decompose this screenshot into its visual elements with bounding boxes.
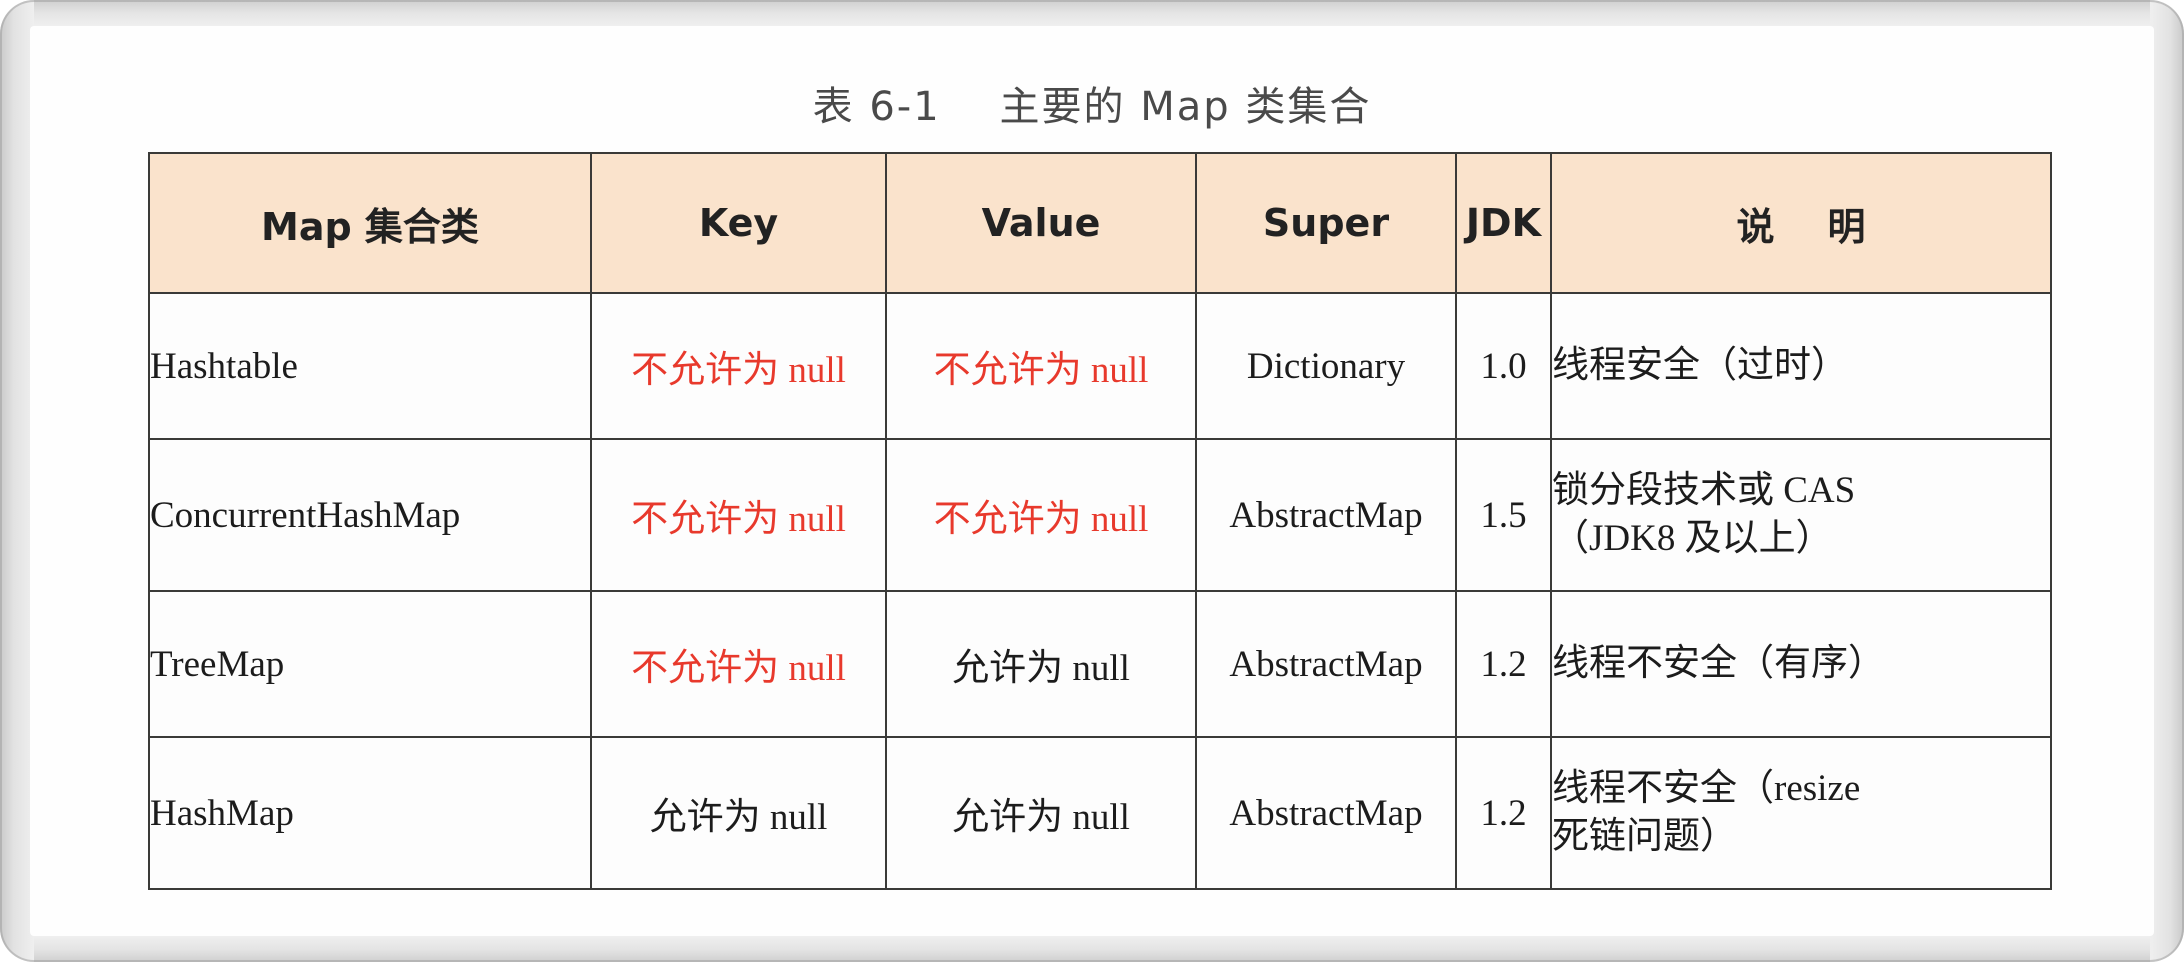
table-row: Hashtable 不允许为 null 不允许为 null Dictionary… xyxy=(148,292,2052,440)
cell-value: 允许为 null xyxy=(885,736,1197,890)
cell-super: Dictionary xyxy=(1195,292,1457,440)
cell-jdk: 1.0 xyxy=(1455,292,1552,440)
map-collections-table: Map 集合类 Key Value Super JDK 说 明 Hashtabl… xyxy=(148,152,2052,890)
table-header-row: Map 集合类 Key Value Super JDK 说 明 xyxy=(148,152,2052,294)
cell-key: 不允许为 null xyxy=(590,590,887,738)
cell-key: 不允许为 null xyxy=(590,438,887,592)
table-row: ConcurrentHashMap 不允许为 null 不允许为 null Ab… xyxy=(148,438,2052,592)
cell-description: 锁分段技术或 CAS （JDK8 及以上） xyxy=(1550,438,2052,592)
cell-map-class: HashMap xyxy=(148,736,592,890)
cell-description: 线程不安全（有序） xyxy=(1550,590,2052,738)
table-header: Map 集合类 Key Value Super JDK 说 明 xyxy=(148,152,2052,294)
cell-value: 不允许为 null xyxy=(885,292,1197,440)
column-header-jdk: JDK xyxy=(1455,152,1552,294)
cell-map-class: ConcurrentHashMap xyxy=(148,438,592,592)
cell-value: 不允许为 null xyxy=(885,438,1197,592)
column-header-key: Key xyxy=(590,152,887,294)
cell-jdk: 1.5 xyxy=(1455,438,1552,592)
cell-map-class: TreeMap xyxy=(148,590,592,738)
cell-jdk: 1.2 xyxy=(1455,736,1552,890)
cell-description: 线程不安全（resize 死链问题） xyxy=(1550,736,2052,890)
cell-super: AbstractMap xyxy=(1195,590,1457,738)
column-header-super: Super xyxy=(1195,152,1457,294)
cell-map-class: Hashtable xyxy=(148,292,592,440)
column-header-value: Value xyxy=(885,152,1197,294)
cell-description: 线程安全（过时） xyxy=(1550,292,2052,440)
scanned-page-frame: 表 6-1 主要的 Map 类集合 Map 集合类 Key Value Supe… xyxy=(0,0,2184,962)
table-row: HashMap 允许为 null 允许为 null AbstractMap 1.… xyxy=(148,736,2052,890)
page-sheet: 表 6-1 主要的 Map 类集合 Map 集合类 Key Value Supe… xyxy=(30,26,2154,936)
table-row: TreeMap 不允许为 null 允许为 null AbstractMap 1… xyxy=(148,590,2052,738)
column-header-description: 说 明 xyxy=(1550,152,2052,294)
table-caption: 表 6-1 主要的 Map 类集合 xyxy=(812,84,1372,130)
cell-value: 允许为 null xyxy=(885,590,1197,738)
column-header-map-class: Map 集合类 xyxy=(148,152,592,294)
cell-key: 允许为 null xyxy=(590,736,887,890)
cell-key: 不允许为 null xyxy=(590,292,887,440)
cell-super: AbstractMap xyxy=(1195,736,1457,890)
table-body: Hashtable 不允许为 null 不允许为 null Dictionary… xyxy=(148,292,2052,890)
cell-super: AbstractMap xyxy=(1195,438,1457,592)
cell-jdk: 1.2 xyxy=(1455,590,1552,738)
